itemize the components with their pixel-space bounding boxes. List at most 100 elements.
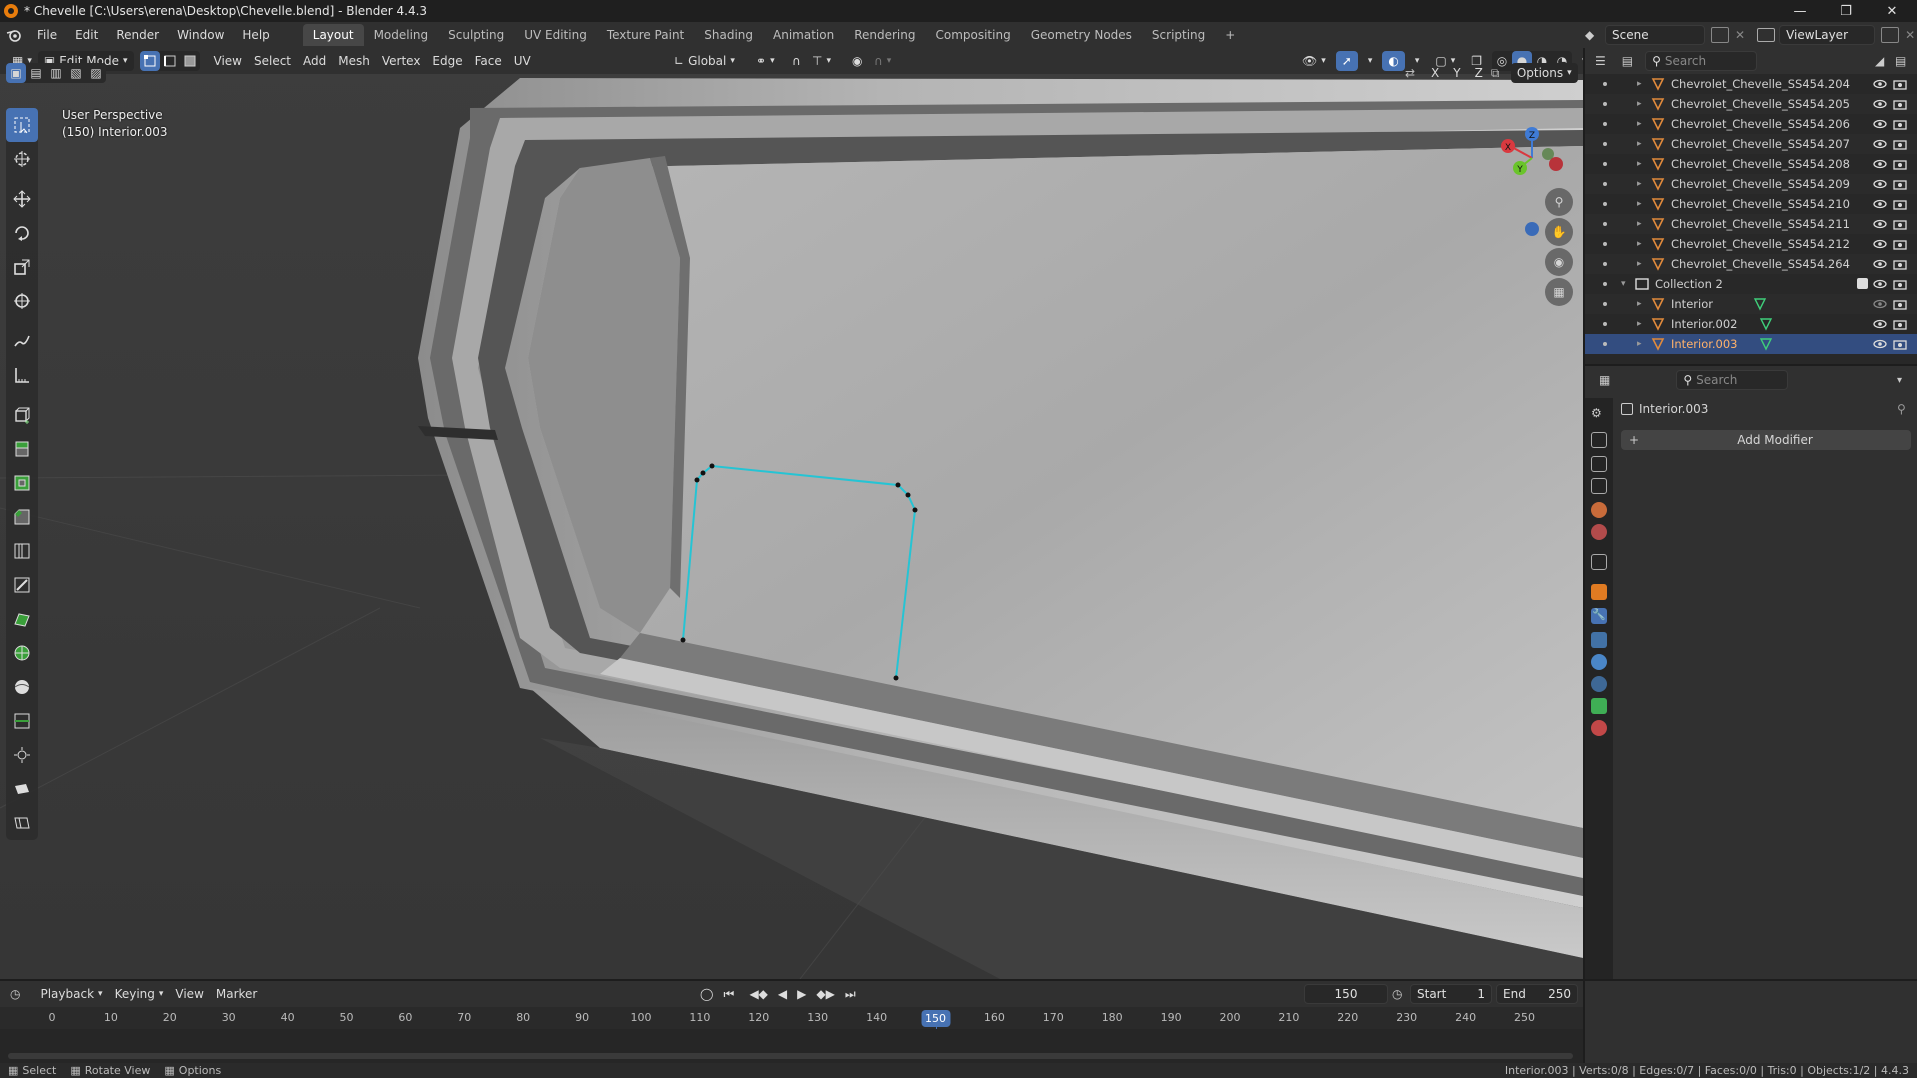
eye-icon[interactable] xyxy=(1873,237,1887,251)
outliner-object-row[interactable]: ▸ Chevrolet_Chevelle_SS454.210 xyxy=(1585,194,1917,214)
eye-icon[interactable] xyxy=(1873,277,1887,291)
output-tab-icon[interactable] xyxy=(1591,456,1607,472)
expand-arrow-icon[interactable]: ▸ xyxy=(1637,119,1647,129)
menu-edit[interactable]: Edit xyxy=(66,24,107,46)
new-scene-icon[interactable] xyxy=(1711,27,1729,43)
properties-search-input[interactable]: ⚲ Search xyxy=(1676,370,1789,390)
mirror-y-toggle[interactable]: Y xyxy=(1447,63,1466,83)
camera-icon[interactable] xyxy=(1893,177,1907,191)
tab-shading[interactable]: Shading xyxy=(694,24,763,46)
expand-arrow-icon[interactable]: ▸ xyxy=(1637,239,1647,249)
menu-view[interactable]: View xyxy=(208,51,248,71)
jump-end-icon[interactable]: ⏭ xyxy=(845,987,856,1002)
camera-icon[interactable] xyxy=(1893,297,1907,311)
tab-uv-editing[interactable]: UV Editing xyxy=(514,24,597,46)
play-icon[interactable]: ▶ xyxy=(797,987,806,1001)
scale-tool[interactable] xyxy=(6,250,38,284)
camera-icon[interactable] xyxy=(1893,97,1907,111)
eye-icon[interactable] xyxy=(1873,77,1887,91)
inset-tool[interactable] xyxy=(6,466,38,500)
expand-arrow-icon[interactable]: ▸ xyxy=(1637,259,1647,269)
menu-select[interactable]: Select xyxy=(248,51,297,71)
tab-animation[interactable]: Animation xyxy=(763,24,844,46)
pivot-point-button[interactable]: ⚭ ▾ xyxy=(750,51,781,71)
visibility-dot-icon[interactable] xyxy=(1603,162,1607,166)
neg-z-axis-icon[interactable] xyxy=(1525,222,1539,236)
menu-add[interactable]: Add xyxy=(297,51,332,71)
knife-tool[interactable] xyxy=(6,568,38,602)
camera-icon[interactable] xyxy=(1893,197,1907,211)
outliner-object-row[interactable]: ▸ Chevrolet_Chevelle_SS454.211 xyxy=(1585,214,1917,234)
expand-arrow-icon[interactable]: ▸ xyxy=(1637,319,1647,329)
camera-view-button[interactable]: ◉ xyxy=(1545,248,1573,276)
keying-menu[interactable]: Keying ▾ xyxy=(109,984,170,1004)
blender-menu-icon[interactable] xyxy=(0,28,28,42)
mesh-data-icon[interactable] xyxy=(1753,297,1767,314)
world-tab-icon[interactable] xyxy=(1591,524,1607,540)
view-layer-selector[interactable]: ViewLayer xyxy=(1779,25,1876,45)
outliner-collection-row[interactable]: ▾ Collection 2 xyxy=(1585,274,1917,294)
camera-icon[interactable] xyxy=(1893,317,1907,331)
eye-icon[interactable] xyxy=(1873,197,1887,211)
collapse-arrow-icon[interactable]: ▾ xyxy=(1621,279,1631,289)
expand-arrow-icon[interactable]: ▸ xyxy=(1637,139,1647,149)
exclude-checkbox[interactable] xyxy=(1857,278,1868,289)
visibility-dot-icon[interactable] xyxy=(1603,302,1607,306)
expand-arrow-icon[interactable]: ▸ xyxy=(1637,179,1647,189)
menu-window[interactable]: Window xyxy=(168,24,233,46)
chevron-down-icon[interactable]: ▾ xyxy=(1897,375,1902,386)
outliner-editor-icon[interactable]: ☰ xyxy=(1595,54,1606,68)
select-subtract-icon[interactable]: ▥ xyxy=(46,63,66,83)
annotate-tool[interactable] xyxy=(6,324,38,358)
eye-icon[interactable] xyxy=(1873,337,1887,351)
edge-select-icon[interactable] xyxy=(160,51,180,71)
scene-selector[interactable]: Scene xyxy=(1605,25,1705,45)
tool-tab-icon[interactable]: ⚙ xyxy=(1591,406,1607,422)
display-mode-icon[interactable]: ▤ xyxy=(1622,54,1633,68)
close-button[interactable]: ✕ xyxy=(1869,0,1915,22)
camera-icon[interactable] xyxy=(1893,277,1907,291)
shrink-fatten-tool[interactable] xyxy=(6,738,38,772)
eye-icon[interactable] xyxy=(1873,137,1887,151)
play-reverse-icon[interactable]: ◀ xyxy=(778,987,787,1001)
scene-tab-icon[interactable] xyxy=(1591,502,1607,518)
camera-icon[interactable] xyxy=(1893,157,1907,171)
select-intersect-icon[interactable]: ▨ xyxy=(86,63,106,83)
pan-view-button[interactable]: ✋ xyxy=(1545,218,1573,246)
move-tool[interactable] xyxy=(6,182,38,216)
prev-keyframe-icon[interactable]: ◀◆ xyxy=(749,987,767,1001)
timeline-editor-icon[interactable]: ◷ xyxy=(10,987,20,1001)
tab-layout[interactable]: Layout xyxy=(302,24,364,46)
visibility-dot-icon[interactable] xyxy=(1603,262,1607,266)
jump-start-icon[interactable]: ⏮ xyxy=(723,987,739,1002)
timeline-view-menu[interactable]: View xyxy=(169,984,209,1004)
expand-arrow-icon[interactable]: ▸ xyxy=(1637,99,1647,109)
mesh-data-icon[interactable] xyxy=(1759,317,1773,334)
playback-menu[interactable]: Playback ▾ xyxy=(34,984,108,1004)
measure-tool[interactable] xyxy=(6,358,38,392)
outliner-object-row[interactable]: ▸ Chevrolet_Chevelle_SS454.204 xyxy=(1585,74,1917,94)
eye-icon[interactable] xyxy=(1873,297,1887,311)
tab-scripting[interactable]: Scripting xyxy=(1142,24,1215,46)
menu-render[interactable]: Render xyxy=(107,24,168,46)
mesh-data-icon[interactable] xyxy=(1759,337,1773,354)
camera-icon[interactable] xyxy=(1893,217,1907,231)
zoom-view-button[interactable]: ⚲ xyxy=(1545,188,1573,216)
extrude-tool[interactable] xyxy=(6,432,38,466)
visibility-dot-icon[interactable] xyxy=(1603,102,1607,106)
rip-tool[interactable] xyxy=(6,806,38,840)
menu-vertex[interactable]: Vertex xyxy=(376,51,427,71)
expand-arrow-icon[interactable]: ▸ xyxy=(1637,219,1647,229)
rotate-tool[interactable] xyxy=(6,216,38,250)
3d-viewport[interactable]: ▦ ▾ ▣ Edit Mode ▾ View Select Add Mesh Ve… xyxy=(0,48,1583,979)
gizmo-menu[interactable]: ▾ xyxy=(1362,51,1379,71)
poly-build-tool[interactable] xyxy=(6,602,38,636)
visibility-button[interactable]: 👁 ▾ xyxy=(1296,51,1332,71)
outliner-object-row[interactable]: ▸ Interior xyxy=(1585,294,1917,314)
current-frame-field[interactable]: 150 xyxy=(1304,984,1388,1004)
menu-mesh[interactable]: Mesh xyxy=(332,51,376,71)
loop-cut-tool[interactable] xyxy=(6,534,38,568)
delete-scene-icon[interactable]: ✕ xyxy=(1735,28,1745,42)
constraints-tab-icon[interactable] xyxy=(1591,676,1607,692)
transform-orientation-selector[interactable]: ∟ Global ▾ xyxy=(668,51,741,71)
